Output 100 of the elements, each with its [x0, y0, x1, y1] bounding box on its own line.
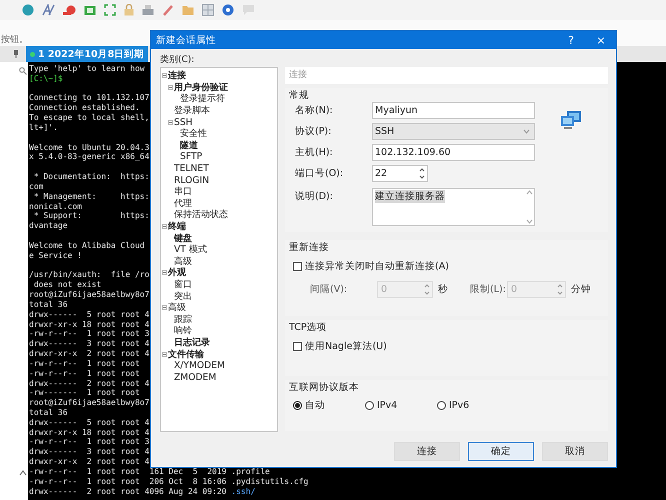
tree-item[interactable]: 日志记录 — [174, 336, 210, 348]
dialog-button[interactable]: 取消 — [542, 442, 608, 461]
tree-item[interactable]: 安全性 — [180, 128, 207, 140]
session-tab[interactable]: 1 2022年10月8日到期 — [26, 46, 148, 62]
auto-reconnect-checkbox[interactable]: 连接异常关闭时自动重新连接(A) — [293, 260, 449, 273]
tree-item[interactable]: 高级 — [174, 256, 192, 267]
terminal-line: total 36 — [29, 408, 68, 417]
ip-version-radio[interactable]: IPv4 — [365, 399, 437, 412]
expand-icon[interactable] — [104, 4, 116, 16]
dialog-button[interactable]: 连接 — [394, 442, 460, 461]
terminal-line: drwxr-xr-x 18 root root 4 — [29, 428, 150, 437]
tree-item[interactable]: 响铃 — [174, 325, 192, 336]
tree-item[interactable]: 跟踪 — [174, 314, 192, 325]
protocol-dropdown[interactable]: SSH — [372, 123, 535, 140]
computers-icon — [560, 110, 582, 130]
ip-version-radio[interactable]: IPv6 — [437, 399, 509, 412]
dropdown-caret-icon[interactable] — [523, 129, 530, 134]
ip-version-radio[interactable]: 自动 — [293, 399, 365, 412]
tree-item[interactable]: 保持活动状态 — [174, 209, 228, 220]
tree-item[interactable]: X/YMODEM — [174, 360, 225, 372]
tree-item[interactable]: 文件传输 — [168, 348, 204, 360]
terminal-line: drwxr-xr-x 2 root root 4 — [29, 457, 150, 466]
window-title: 新建会话属性 — [156, 34, 217, 46]
field-label: 端口号(O): — [294, 167, 344, 181]
tree-item[interactable]: 突出 — [174, 290, 192, 302]
field-label: 限制(L): — [470, 283, 507, 296]
tree-item[interactable]: 窗口 — [174, 278, 192, 290]
radio-circle-icon[interactable] — [365, 401, 374, 410]
description-field[interactable]: 建立连接服务器 — [372, 188, 535, 226]
dialog-button[interactable]: 确定 — [468, 442, 534, 461]
radio-circle-icon[interactable] — [293, 401, 302, 410]
panel-header: 连接 — [285, 67, 608, 84]
terminal-line: dvantage — [29, 221, 68, 230]
collapse-toggle-icon[interactable] — [162, 270, 167, 276]
tree-item[interactable]: 高级 — [168, 302, 186, 314]
terminal-line: root@iZuf6ijae58aelbwy8o7 — [29, 290, 150, 300]
collapse-toggle-icon[interactable] — [162, 73, 167, 78]
terminal-line: Type 'help' to learn how — [29, 64, 145, 73]
unit-label: 秒 — [438, 283, 448, 296]
spin-arrows-icon[interactable] — [418, 166, 426, 181]
collapse-toggle-icon[interactable] — [162, 305, 167, 310]
tree-item[interactable]: SFTP — [180, 151, 202, 162]
terminal-line: /usr/bin/xauth: file /ro — [29, 270, 150, 280]
port-spinbox[interactable]: 22 — [372, 165, 428, 182]
tree-item[interactable]: 串口 — [174, 186, 192, 198]
terminal-line: drwx------ 5 root root 4 — [29, 310, 150, 319]
printer-icon[interactable] — [142, 4, 154, 16]
close-button[interactable]: × — [586, 34, 616, 46]
pin-icon[interactable] — [12, 50, 20, 58]
terminal-line: Connection established. — [29, 103, 140, 112]
nagle-checkbox[interactable]: 使用Nagle算法(U) — [293, 340, 387, 353]
pen-icon[interactable] — [162, 4, 174, 16]
input-field[interactable]: Myaliyun — [372, 102, 535, 119]
scroll-up-icon[interactable] — [19, 470, 27, 476]
collapse-toggle-icon[interactable] — [168, 84, 173, 90]
field-label: 协议(P): — [294, 125, 332, 139]
tree-item[interactable]: 登录提示符 — [180, 93, 225, 104]
tree-item[interactable]: ZMODEM — [174, 372, 216, 383]
tree-item[interactable]: 用户身份验证 — [174, 82, 228, 93]
group-title: 常规 — [289, 90, 310, 102]
field-label: 间隔(V): — [310, 283, 348, 296]
terminal-line: drwx------ 3 root root 4 — [29, 339, 150, 348]
collapse-toggle-icon[interactable] — [162, 224, 167, 230]
field-label: 说明(D): — [294, 190, 334, 204]
hint-text: 按钮。 — [0, 34, 28, 46]
tree-item[interactable]: 登录脚本 — [174, 105, 210, 116]
terminal-line: drwx------ 2 root root 4 — [29, 378, 150, 388]
tree-item[interactable]: 连接 — [168, 70, 186, 82]
tree-item[interactable]: SSH — [174, 116, 193, 128]
terminal-line: * Support: https: — [32, 211, 150, 220]
font-icon[interactable] — [42, 4, 55, 16]
terminal-line: To escape to local shell, — [29, 113, 150, 122]
tree-item[interactable]: RLOGIN — [174, 174, 210, 186]
tree-item[interactable]: 隧道 — [180, 140, 198, 151]
terminal-line: nonical.com — [29, 202, 82, 211]
terminal-line: does not exist — [32, 280, 102, 290]
group-title: 重新连接 — [289, 242, 330, 254]
terminal-line: x 5.4.0-83-generic x86_64 — [29, 152, 150, 162]
group-title: 互联网协议版本 — [289, 382, 360, 394]
radio-circle-icon[interactable] — [437, 401, 446, 410]
input-field[interactable]: 102.132.109.60 — [372, 144, 535, 161]
tree-item[interactable]: 外观 — [168, 267, 186, 278]
tree-item[interactable]: 代理 — [174, 198, 192, 209]
terminal-line: lt+]'. — [29, 122, 58, 132]
lock-icon[interactable] — [124, 4, 134, 16]
help-icon[interactable] — [222, 4, 234, 16]
category-label: 类别(C): — [160, 54, 196, 67]
collapse-toggle-icon[interactable] — [168, 120, 173, 125]
tree-item[interactable]: 键盘 — [174, 232, 192, 244]
terminal-line: root@iZuf6ijae58aelbwy8o7 — [29, 398, 150, 408]
terminal-line: drwx------ 2 root root 4096 Aug 24 09:20 .ssh/ — [29, 486, 256, 496]
field-label: 主机(H): — [294, 146, 334, 160]
tree-item[interactable]: TELNET — [174, 163, 209, 174]
search-icon[interactable] — [19, 67, 27, 75]
terminal-line: * Documentation: https: — [32, 172, 150, 182]
tree-item[interactable]: VT 模式 — [174, 244, 207, 256]
scroll-arrows-icon[interactable] — [526, 189, 533, 225]
collapse-toggle-icon[interactable] — [162, 352, 167, 357]
tree-item[interactable]: 终端 — [168, 221, 186, 232]
help-button[interactable]: ? — [556, 34, 586, 46]
